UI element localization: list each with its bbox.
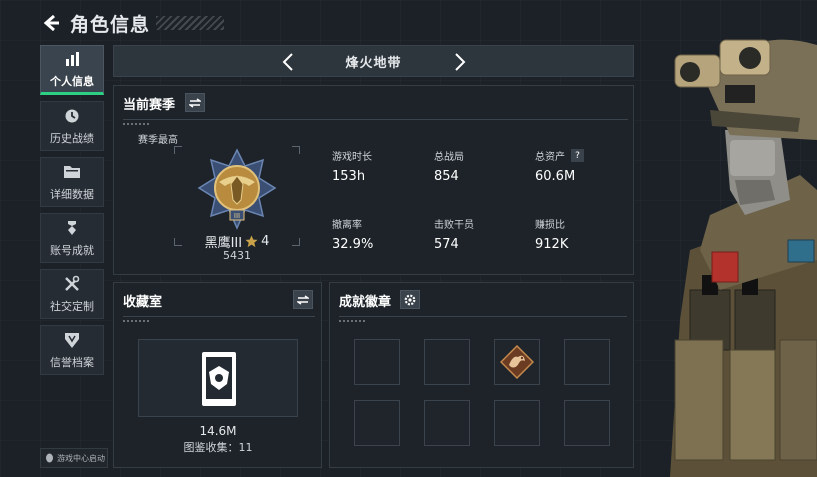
sidebar-item-personal-info[interactable]: 个人信息: [40, 45, 104, 95]
panel-divider: [123, 316, 315, 317]
stat-value: 574: [434, 237, 459, 252]
back-button[interactable]: [38, 10, 64, 36]
sidebar-item-detailed-data[interactable]: 详细数据: [40, 157, 104, 207]
stat-value: 854: [434, 169, 459, 184]
gear-icon: [404, 294, 416, 305]
title-decoration: [156, 16, 225, 30]
sidebar-item-label: 信誉档案: [50, 356, 94, 369]
stat-value: 32.9%: [332, 237, 374, 252]
stat-value: 60.6M: [535, 169, 576, 184]
badge-slot[interactable]: [354, 400, 400, 446]
season-panel-title: 当前赛季: [123, 98, 176, 113]
collection-value: 14.6M: [199, 424, 237, 438]
prev-mode-button[interactable]: [277, 50, 299, 74]
tools-icon: [62, 274, 82, 294]
collection-panel-title: 收藏室: [123, 295, 163, 310]
chevron-right-icon: [455, 53, 466, 71]
rank-stars: 4: [261, 234, 270, 249]
achievement-settings-button[interactable]: [400, 290, 420, 309]
achievement-badges-panel: 成就徽章: [329, 282, 634, 468]
launch-badge-text: 游戏中心启动: [57, 453, 105, 463]
stat-label: 撤离率: [332, 220, 362, 231]
folder-icon: [62, 162, 82, 182]
dragon-badge-icon: [500, 345, 534, 379]
season-best-label: 赛季最高: [138, 135, 178, 146]
achievements-panel-title: 成就徽章: [339, 295, 392, 310]
medal-icon: [62, 218, 82, 238]
stat-operators-defeated: 击败干员 574: [434, 216, 474, 252]
badge-slot[interactable]: [424, 400, 470, 446]
collection-count: 图鉴收集：11: [183, 441, 253, 454]
badge-slot[interactable]: [564, 400, 610, 446]
mode-selector: 烽火地带: [113, 45, 634, 77]
sidebar-item-label: 历史战绩: [50, 132, 94, 145]
stat-label: 总战局: [434, 152, 464, 163]
operator-character-art: [670, 39, 817, 477]
badge-slot[interactable]: [564, 339, 610, 385]
star-icon: [245, 235, 258, 248]
black-hawk-rank-emblem-icon: III: [197, 148, 277, 230]
badge-slot[interactable]: [494, 400, 540, 446]
panel-divider: [339, 316, 627, 317]
badge-slot[interactable]: [494, 339, 540, 385]
sidebar-item-label: 个人信息: [50, 75, 94, 88]
stat-value: 912K: [535, 237, 569, 252]
display-case-icon: [202, 352, 236, 406]
next-mode-button[interactable]: [449, 50, 471, 74]
stat-total-matches: 总战局 854: [434, 148, 464, 184]
back-arrow-icon: [43, 14, 59, 32]
sidebar-item-history[interactable]: 历史战绩: [40, 101, 104, 151]
sidebar: 个人信息 历史战绩 详细数据 账号成就 社交定制 信誉档案: [40, 45, 104, 381]
sidebar-item-social-custom[interactable]: 社交定制: [40, 269, 104, 319]
qq-penguin-icon: [46, 453, 53, 463]
switch-collection-button[interactable]: [293, 290, 313, 309]
sidebar-item-credit-file[interactable]: 信誉档案: [40, 325, 104, 375]
panel-dots: [123, 320, 151, 322]
stat-label: 游戏时长: [332, 152, 372, 163]
stat-value: 153h: [332, 169, 366, 184]
svg-text:III: III: [234, 212, 240, 220]
switch-season-button[interactable]: [185, 93, 205, 112]
panel-divider: [123, 119, 628, 120]
page-title: 角色信息: [70, 13, 151, 36]
badge-slot[interactable]: [424, 339, 470, 385]
badge-slot[interactable]: [354, 339, 400, 385]
mode-name: 烽火地带: [345, 55, 402, 71]
page-header: 角色信息: [38, 8, 225, 38]
collection-panel[interactable]: 收藏室 14.6M 图鉴收集：11: [113, 282, 322, 468]
stat-label: 总资产: [535, 152, 565, 163]
swap-icon: [189, 97, 201, 108]
stat-label: 击败干员: [434, 220, 474, 231]
sidebar-item-label: 社交定制: [50, 300, 94, 313]
rank-badge-frame: III: [174, 146, 300, 246]
stat-profit-loss-ratio: 赚损比 912K: [535, 216, 568, 252]
rank-points: 5431: [223, 249, 251, 262]
stat-label: 赚损比: [535, 220, 565, 231]
stat-extraction-rate: 撤离率 32.9%: [332, 216, 373, 252]
chevron-left-icon: [282, 53, 293, 71]
help-icon[interactable]: ?: [571, 149, 584, 162]
shield-icon: [62, 330, 82, 350]
stat-total-assets: 总资产 ? 60.6M: [535, 148, 584, 184]
swap-icon: [297, 294, 309, 305]
bar-chart-icon: [62, 49, 82, 69]
game-center-launch-badge: 游戏中心启动: [40, 448, 108, 468]
sidebar-item-label: 账号成就: [50, 244, 94, 257]
stat-play-time: 游戏时长 153h: [332, 148, 372, 184]
clock-icon: [62, 106, 82, 126]
collection-showcase: [138, 339, 298, 417]
panel-dots: [339, 320, 367, 322]
current-season-panel: 当前赛季 赛季最高 III 黑鹰III 4 5431 游戏时长 153h 总战局…: [113, 85, 634, 275]
sidebar-item-achievements[interactable]: 账号成就: [40, 213, 104, 263]
sidebar-item-label: 详细数据: [50, 188, 94, 201]
panel-dots: [123, 123, 151, 125]
